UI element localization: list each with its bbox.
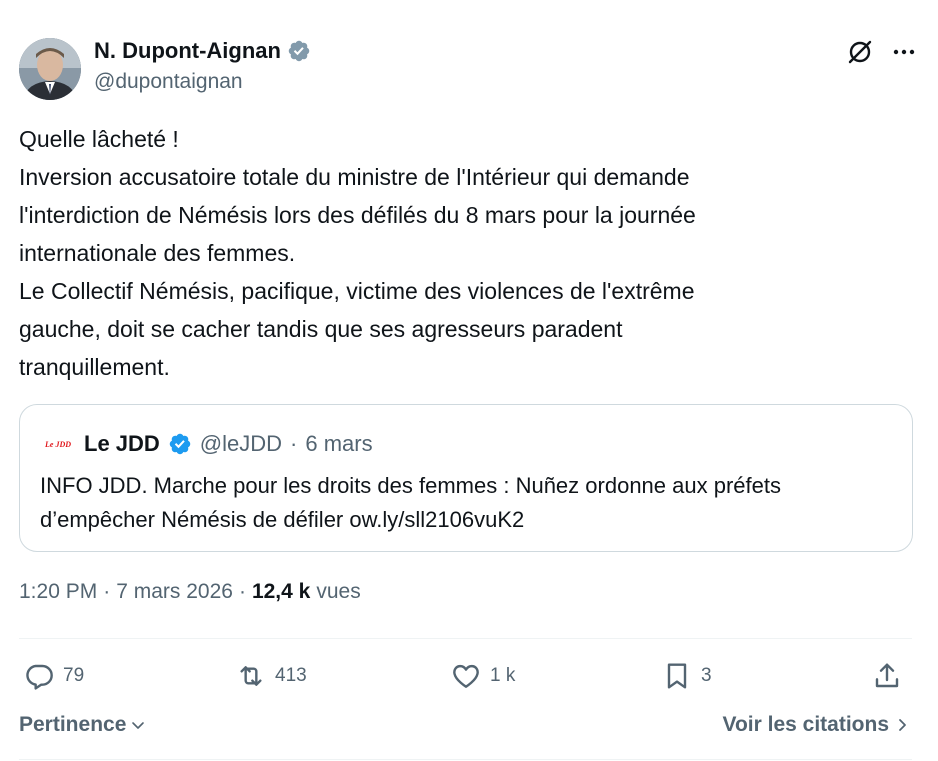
avatar[interactable] bbox=[19, 38, 81, 100]
views-count: 12,4 k bbox=[251, 580, 311, 603]
quoted-avatar-logo[interactable]: Le JDD bbox=[40, 436, 76, 452]
quoted-text: INFO JDD. Marche pour les droits des fem… bbox=[40, 469, 890, 537]
sort-dropdown[interactable]: Pertinence bbox=[19, 713, 146, 737]
tweet-text: Quelle lâcheté ! Inversion accusatoire t… bbox=[19, 120, 899, 386]
chevron-right-icon bbox=[899, 719, 906, 731]
tweet-time[interactable]: 1:20 PM bbox=[19, 580, 97, 604]
avatar-image bbox=[19, 38, 81, 100]
heart-icon bbox=[453, 664, 479, 688]
retweet-icon bbox=[240, 666, 262, 686]
quoted-tweet[interactable]: Le JDD Le JDD @leJDD · 6 mars INFO JDD. … bbox=[19, 404, 913, 552]
tweet-meta: 1:20 PM · 7 mars 2026 · 12,4 k vues bbox=[19, 580, 361, 604]
like-button[interactable]: 1 k bbox=[450, 656, 515, 696]
separator-dot: · bbox=[290, 431, 298, 456]
tweet-header: N. Dupont-Aignan @dupontaignan bbox=[19, 38, 918, 100]
replies-footer: Pertinence Voir les citations bbox=[19, 713, 909, 741]
reply-count: 79 bbox=[63, 665, 85, 686]
verified-badge-icon[interactable] bbox=[287, 39, 311, 63]
chevron-down-icon bbox=[132, 722, 145, 729]
tweet-date[interactable]: 7 mars 2026 bbox=[116, 580, 233, 604]
author-handle[interactable]: @dupontaignan bbox=[94, 70, 311, 94]
retweet-button[interactable]: 413 bbox=[235, 656, 307, 696]
tweet-line: l'interdiction de Némésis lors des défil… bbox=[19, 202, 696, 228]
tweet-line: Inversion accusatoire totale du ministre… bbox=[19, 164, 690, 190]
view-quotes-link[interactable]: Voir les citations bbox=[723, 713, 910, 737]
quoted-tweet-header: Le JDD Le JDD @leJDD · 6 mars bbox=[40, 429, 373, 459]
separator-dot: · bbox=[103, 580, 111, 603]
bookmark-count: 3 bbox=[701, 665, 712, 686]
reply-button[interactable]: 79 bbox=[23, 656, 84, 696]
author-info: N. Dupont-Aignan @dupontaignan bbox=[94, 38, 311, 94]
like-count: 1 k bbox=[490, 665, 516, 686]
share-button[interactable] bbox=[871, 656, 903, 696]
share-icon bbox=[875, 663, 899, 688]
verified-badge-icon[interactable] bbox=[168, 432, 192, 456]
quoted-author-name[interactable]: Le JDD bbox=[84, 431, 160, 457]
separator-dot: · bbox=[238, 580, 246, 603]
quoted-author-handle[interactable]: @leJDD bbox=[200, 431, 282, 457]
tweet-line: internationale des femmes. bbox=[19, 240, 296, 266]
tweet-line: tranquillement. bbox=[19, 354, 170, 380]
top-actions bbox=[846, 38, 918, 66]
reply-icon bbox=[26, 664, 53, 690]
divider bbox=[19, 638, 912, 639]
view-quotes-label: Voir les citations bbox=[722, 713, 890, 736]
quoted-line: INFO JDD. Marche pour les droits des fem… bbox=[40, 473, 781, 498]
action-bar: 79 413 1 k 3 bbox=[19, 656, 913, 696]
grok-icon[interactable] bbox=[846, 38, 874, 66]
retweet-count: 413 bbox=[275, 665, 307, 686]
quoted-date[interactable]: 6 mars bbox=[305, 431, 372, 457]
tweet-line: Le Collectif Némésis, pacifique, victime… bbox=[19, 278, 695, 304]
quoted-line: d’empêcher Némésis de défiler ow.ly/sll2… bbox=[40, 507, 525, 532]
sort-label: Pertinence bbox=[19, 713, 127, 736]
views-label: vues bbox=[316, 580, 361, 603]
divider bbox=[19, 759, 912, 760]
bookmark-button[interactable]: 3 bbox=[661, 656, 712, 696]
author-name[interactable]: N. Dupont-Aignan bbox=[94, 38, 281, 64]
tweet-line: Quelle lâcheté ! bbox=[19, 126, 179, 152]
more-icon[interactable] bbox=[890, 38, 918, 66]
bookmark-icon bbox=[667, 663, 687, 689]
tweet-line: gauche, doit se cacher tandis que ses ag… bbox=[19, 316, 623, 342]
